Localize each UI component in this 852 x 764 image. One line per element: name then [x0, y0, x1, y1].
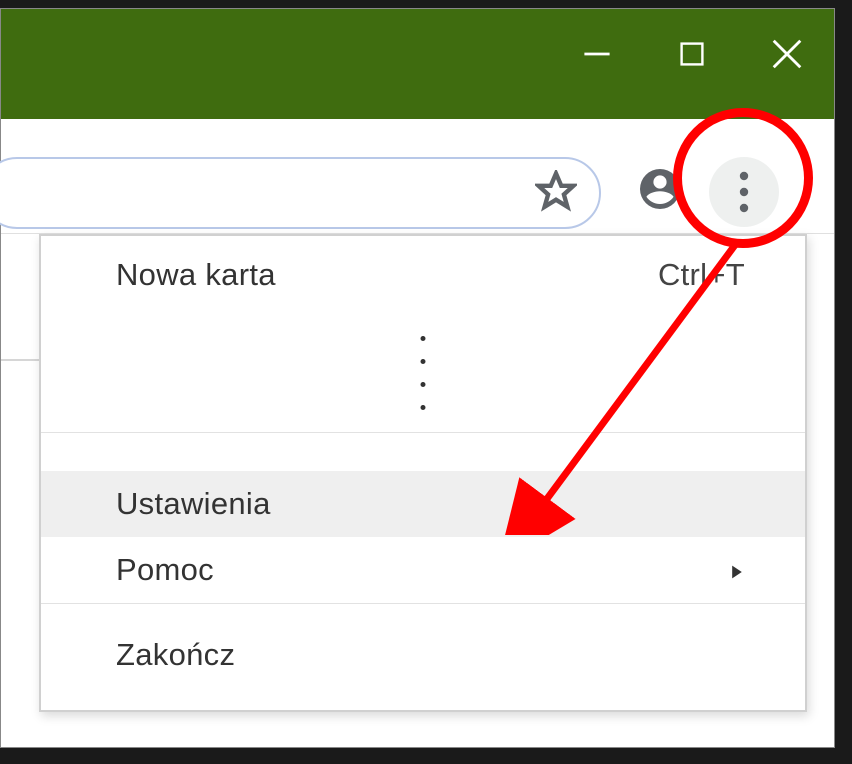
browser-toolbar — [1, 119, 834, 234]
menu-item-exit[interactable]: Zakończ — [41, 622, 805, 688]
bookmark-star-icon[interactable] — [535, 170, 577, 217]
chrome-dropdown-menu: Nowa karta Ctrl+T Ustawienia Pomoc Zakoń… — [39, 234, 807, 712]
menu-item-help[interactable]: Pomoc — [41, 537, 805, 603]
chevron-right-icon — [729, 552, 745, 588]
browser-window: Nowa karta Ctrl+T Ustawienia Pomoc Zakoń… — [0, 8, 835, 748]
menu-spacer — [41, 688, 805, 710]
close-button[interactable] — [739, 19, 834, 89]
menu-spacer — [41, 604, 805, 622]
maximize-button[interactable] — [644, 19, 739, 89]
menu-item-settings[interactable]: Ustawienia — [41, 471, 805, 537]
minimize-icon — [579, 36, 615, 72]
close-icon — [768, 35, 806, 73]
address-bar[interactable] — [0, 157, 601, 229]
profile-icon[interactable] — [636, 165, 684, 213]
chrome-menu-button[interactable] — [709, 157, 779, 227]
page-divider — [1, 359, 39, 361]
maximize-icon — [676, 38, 708, 70]
menu-spacer — [41, 433, 805, 471]
menu-item-label: Pomoc — [116, 552, 214, 588]
ellipsis-icon — [421, 336, 426, 410]
menu-item-label: Nowa karta — [116, 257, 276, 293]
menu-item-shortcut: Ctrl+T — [658, 257, 745, 293]
titlebar — [1, 9, 834, 119]
minimize-button[interactable] — [549, 19, 644, 89]
menu-item-label: Ustawienia — [116, 486, 271, 522]
menu-collapsed-gap — [41, 314, 805, 432]
menu-item-label: Zakończ — [116, 637, 235, 673]
kebab-icon — [739, 170, 749, 214]
menu-item-new-tab[interactable]: Nowa karta Ctrl+T — [41, 236, 805, 314]
